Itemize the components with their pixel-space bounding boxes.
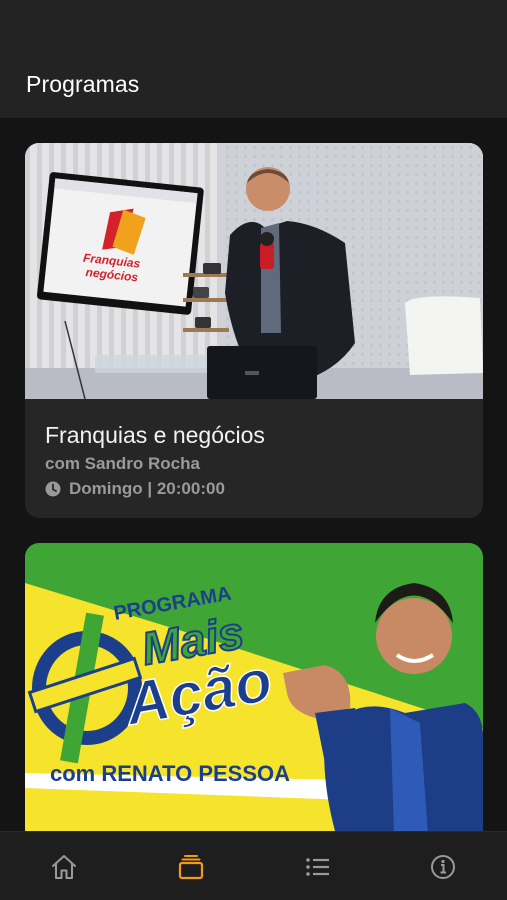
- list-icon: [306, 858, 329, 876]
- tab-info[interactable]: [428, 852, 458, 882]
- tab-bar: [0, 831, 507, 900]
- studio-photo: Franquias negócios: [25, 143, 483, 399]
- program-card[interactable]: PROGRAMA Mais Ação com RENATO PESSOA: [25, 543, 483, 831]
- program-thumbnail: PROGRAMA Mais Ação com RENATO PESSOA: [25, 543, 483, 831]
- tab-home[interactable]: [49, 852, 79, 882]
- program-card[interactable]: Franquias negócios Franquias e negócios …: [25, 143, 483, 518]
- program-banner: PROGRAMA Mais Ação com RENATO PESSOA: [25, 543, 483, 831]
- schedule-text: Domingo | 20:00:00: [69, 479, 225, 498]
- program-schedule: Domingo | 20:00:00: [45, 479, 225, 499]
- program-title: Franquias e negócios: [45, 422, 265, 448]
- app-header: Programas: [0, 0, 507, 118]
- tab-programs[interactable]: [176, 852, 206, 882]
- clock-icon: [45, 481, 61, 497]
- info-icon: [431, 855, 455, 879]
- page-title: Programas: [26, 71, 140, 97]
- tab-list[interactable]: [303, 852, 333, 882]
- programs-list[interactable]: Franquias negócios Franquias e negócios …: [0, 118, 507, 831]
- programs-icon: [178, 855, 204, 880]
- home-icon: [52, 855, 76, 879]
- program-thumbnail: Franquias negócios: [25, 143, 483, 399]
- svg-text:com RENATO PESSOA: com RENATO PESSOA: [50, 761, 290, 786]
- program-host: com Sandro Rocha: [45, 454, 200, 473]
